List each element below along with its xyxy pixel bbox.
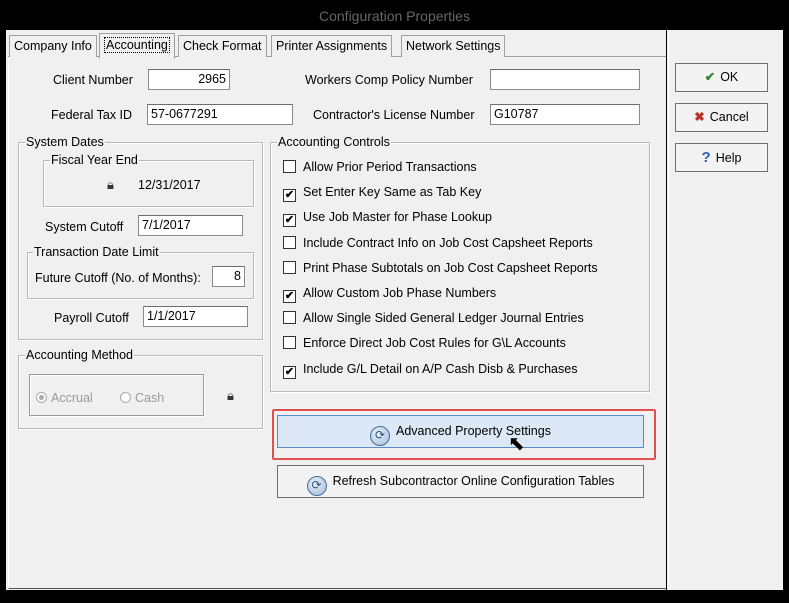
- accrual-label: Accrual: [51, 391, 93, 405]
- close-icon: ✖: [694, 110, 705, 124]
- window-title: Configuration Properties: [319, 8, 470, 24]
- refresh-icon: ⟳: [370, 426, 391, 446]
- accounting-control-label: Include Contract Info on Job Cost Capshe…: [303, 236, 593, 250]
- tab-label: Check Format: [183, 39, 262, 53]
- radio-button: [120, 392, 131, 403]
- client-number-label: Client Number: [53, 73, 133, 87]
- accounting-control-label: Print Phase Subtotals on Job Cost Capshe…: [303, 261, 598, 275]
- federal-tax-label: Federal Tax ID: [51, 108, 133, 122]
- workers-comp-field[interactable]: [490, 69, 640, 90]
- accounting-control-checkbox[interactable]: ✔ Use Job Master for Phase Lookup: [283, 208, 492, 227]
- help-label: Help: [715, 151, 742, 165]
- tab-label: Printer Assignments: [276, 39, 388, 53]
- advanced-button-label: Advanced Property Settings: [396, 424, 551, 438]
- accounting-control-checkbox[interactable]: ✔ Set Enter Key Same as Tab Key: [283, 183, 482, 202]
- transaction-date-legend: Transaction Date Limit: [33, 245, 160, 259]
- accounting-control-checkbox[interactable]: Print Phase Subtotals on Job Cost Capshe…: [283, 259, 598, 277]
- system-cutoff-field[interactable]: 7/1/2017: [138, 215, 243, 236]
- accounting-method-legend: Accounting Method: [25, 348, 135, 362]
- accounting-control-label: Allow Prior Period Transactions: [303, 160, 477, 174]
- ok-label: OK: [720, 70, 739, 84]
- system-dates-legend: System Dates: [25, 135, 105, 149]
- accounting-control-label: Allow Single Sided General Ledger Journa…: [303, 311, 584, 325]
- checkbox-checked[interactable]: ✔: [283, 189, 296, 202]
- accounting-control-label: Include G/L Detail on A/P Cash Disb & Pu…: [303, 362, 578, 376]
- tab-company-info[interactable]: Company Info: [9, 35, 97, 57]
- client-number-field[interactable]: 2965: [148, 69, 230, 90]
- checkmark-icon: ✔: [704, 70, 716, 84]
- accounting-control-checkbox[interactable]: Allow Prior Period Transactions: [283, 158, 477, 176]
- checkbox-checked[interactable]: ✔: [283, 290, 296, 303]
- question-mark-icon: ?: [701, 149, 711, 166]
- contractor-license-label: Contractor's License Number: [313, 108, 475, 122]
- refresh-button-label: Refresh Subcontractor Online Configurati…: [332, 474, 615, 488]
- divider-highlight: [668, 30, 669, 590]
- cash-radio[interactable]: Cash: [120, 391, 164, 405]
- accounting-control-checkbox[interactable]: ✔ Include G/L Detail on A/P Cash Disb & P…: [283, 360, 578, 379]
- checkbox-unchecked[interactable]: [283, 311, 296, 324]
- federal-tax-field[interactable]: 57-0677291: [147, 104, 293, 125]
- accounting-control-label: Use Job Master for Phase Lookup: [303, 210, 492, 224]
- radio-button: [36, 392, 47, 403]
- advanced-property-settings-button[interactable]: ⟳ Advanced Property Settings: [277, 415, 644, 448]
- payroll-cutoff-label: Payroll Cutoff: [54, 311, 129, 325]
- checkbox-unchecked[interactable]: [283, 236, 296, 249]
- accounting-control-checkbox[interactable]: Enforce Direct Job Cost Rules for G\L Ac…: [283, 334, 566, 352]
- payroll-cutoff-field[interactable]: 1/1/2017: [143, 306, 248, 327]
- cancel-button[interactable]: ✖ Cancel: [675, 103, 768, 132]
- tab-printer-assignments[interactable]: Printer Assignments: [271, 35, 393, 57]
- fiscal-year-legend: Fiscal Year End: [50, 153, 139, 167]
- cash-label: Cash: [135, 391, 165, 405]
- checkbox-unchecked[interactable]: [283, 336, 296, 349]
- ok-button[interactable]: ✔ OK: [675, 63, 768, 92]
- refresh-subcontractor-button[interactable]: ⟳ Refresh Subcontractor Online Configurat…: [277, 465, 644, 498]
- tab-label: Company Info: [14, 39, 92, 53]
- divider: [666, 30, 667, 590]
- checkbox-unchecked[interactable]: [283, 261, 296, 274]
- refresh-icon: ⟳: [306, 476, 327, 496]
- mouse-cursor-icon: ⬉: [508, 433, 525, 455]
- tab-label: Accounting: [104, 37, 170, 53]
- accounting-control-label: Enforce Direct Job Cost Rules for G\L Ac…: [303, 336, 566, 350]
- accounting-control-label: Allow Custom Job Phase Numbers: [303, 286, 497, 300]
- future-cutoff-label: Future Cutoff (No. of Months):: [35, 271, 201, 285]
- tab-network-settings[interactable]: Network Settings: [401, 35, 506, 57]
- contractor-license-field[interactable]: G10787: [490, 104, 640, 125]
- checkbox-checked[interactable]: ✔: [283, 366, 296, 379]
- tab-label: Network Settings: [406, 39, 501, 53]
- lock-icon: 🔒︎: [227, 388, 234, 403]
- accounting-control-checkbox[interactable]: Include Contract Info on Job Cost Capshe…: [283, 234, 593, 252]
- workers-comp-label: Workers Comp Policy Number: [305, 73, 473, 87]
- fiscal-year-value: 12/31/2017: [138, 178, 201, 192]
- accounting-control-label: Set Enter Key Same as Tab Key: [303, 185, 482, 199]
- checkbox-checked[interactable]: ✔: [283, 214, 296, 227]
- tab-accounting[interactable]: Accounting: [99, 33, 175, 59]
- future-cutoff-field[interactable]: 8: [212, 266, 245, 287]
- accrual-radio[interactable]: Accrual: [36, 391, 93, 405]
- window-title-partial: · · · · · · · ·: [0, 0, 789, 5]
- accounting-controls-legend: Accounting Controls: [277, 135, 391, 149]
- cancel-label: Cancel: [709, 110, 749, 124]
- accounting-control-checkbox[interactable]: Allow Single Sided General Ledger Journa…: [283, 309, 584, 327]
- lock-icon: 🔒︎: [107, 177, 114, 192]
- help-button[interactable]: ? Help: [675, 143, 768, 172]
- checkbox-unchecked[interactable]: [283, 160, 296, 173]
- system-cutoff-label: System Cutoff: [45, 220, 124, 234]
- accounting-control-checkbox[interactable]: ✔ Allow Custom Job Phase Numbers: [283, 284, 497, 303]
- tab-check-format[interactable]: Check Format: [178, 35, 267, 57]
